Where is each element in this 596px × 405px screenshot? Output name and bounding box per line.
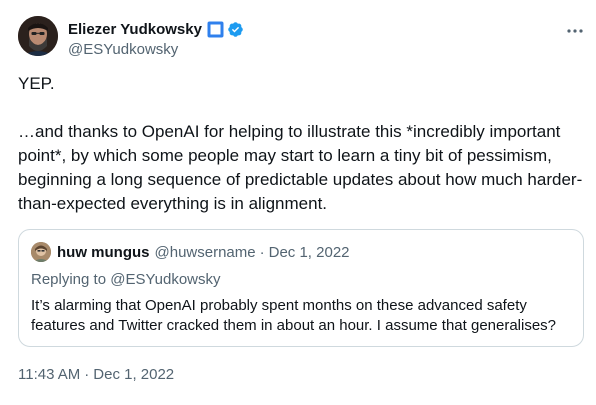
replying-to-prefix: Replying to (31, 271, 111, 288)
replying-to-handle[interactable]: @ESYudkowsky (110, 271, 220, 288)
quoted-date: Dec 1, 2022 (268, 243, 350, 261)
quoted-handle: @huwsername (154, 243, 256, 261)
quoted-tweet-header: huw mungus @huwsername · Dec 1, 2022 (31, 242, 350, 262)
quoted-tweet[interactable]: huw mungus @huwsername · Dec 1, 2022 Rep… (18, 229, 584, 347)
quoted-tweet-text: It’s alarming that OpenAI probably spent… (31, 297, 557, 334)
separator-dot: · (259, 243, 265, 261)
timestamp-separator: · (84, 366, 90, 383)
timestamp-date[interactable]: Dec 1, 2022 (93, 366, 174, 383)
author-display-name[interactable]: Eliezer Yudkowsky (68, 21, 202, 38)
tweet-timestamp: 11:43 AM · Dec 1, 2022 (18, 366, 174, 383)
tweet-text-paragraph: …and thanks to OpenAI for helping to ill… (18, 122, 583, 213)
replying-to: Replying to @ESYudkowsky (31, 271, 221, 288)
author-name-row: Eliezer Yudkowsky (68, 19, 244, 39)
square-emoji-icon (207, 21, 224, 38)
tweet-text-line: YEP. (18, 74, 55, 93)
quoted-author-avatar (31, 242, 51, 262)
more-horizontal-icon[interactable] (564, 24, 586, 36)
verified-icon[interactable] (227, 21, 244, 38)
quoted-display-name: huw mungus (57, 243, 150, 261)
author-handle[interactable]: @ESYudkowsky (68, 41, 178, 58)
timestamp-time[interactable]: 11:43 AM (18, 366, 80, 383)
author-avatar[interactable] (18, 16, 58, 56)
tweet-body: YEP. …and thanks to OpenAI for helping t… (18, 72, 584, 216)
tweet-card: Eliezer Yudkowsky @ESYudkowsky YEP. …and… (0, 0, 596, 405)
